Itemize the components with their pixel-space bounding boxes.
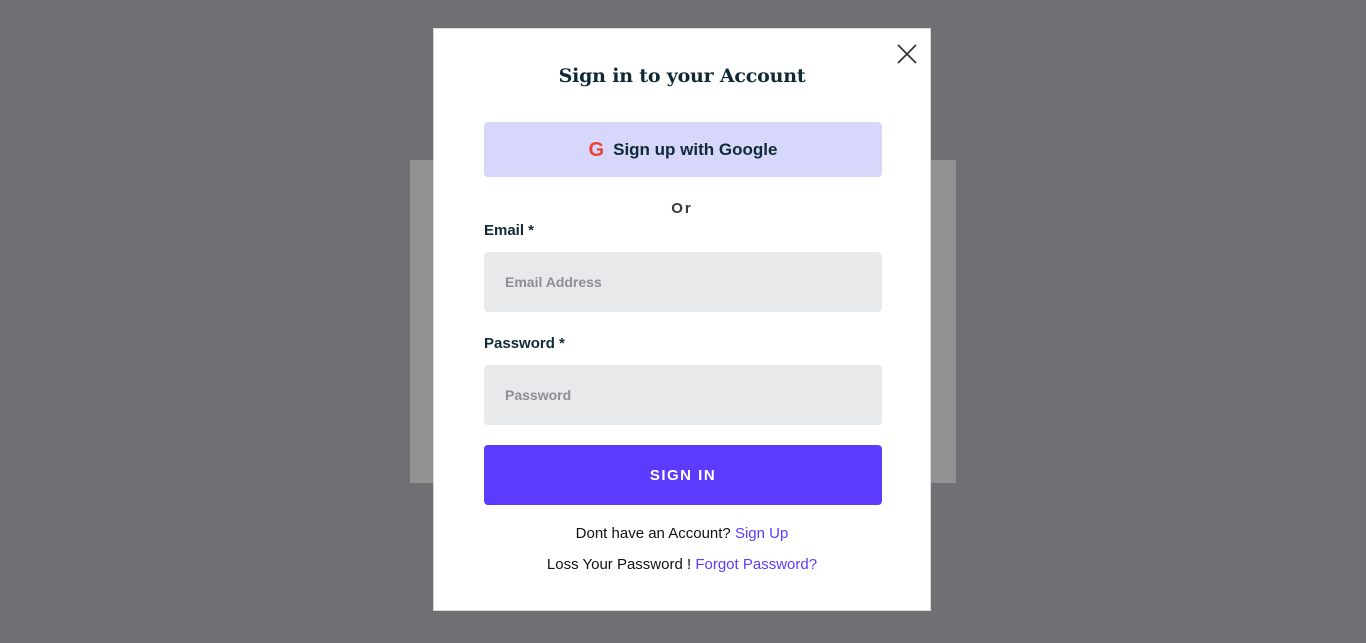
signin-modal: Sign in to your Account G Sign up with G… <box>433 28 931 611</box>
email-label: Email * <box>484 222 535 239</box>
or-divider: Or <box>671 200 693 217</box>
email-input[interactable] <box>484 252 882 312</box>
password-label: Password * <box>484 335 565 352</box>
forgot-password-link[interactable]: Forgot Password? <box>695 556 817 573</box>
google-icon: G <box>588 138 605 161</box>
password-input[interactable] <box>484 365 882 425</box>
modal-title: Sign in to your Account <box>558 65 806 87</box>
signup-prompt-line: Dont have an Account? Sign Up <box>434 525 930 542</box>
google-signup-label: Sign up with Google <box>613 139 778 159</box>
google-signup-button[interactable]: G Sign up with Google <box>484 122 882 177</box>
forgot-prompt-text: Loss Your Password ! <box>546 556 692 573</box>
signup-prompt-text: Dont have an Account? <box>575 525 731 542</box>
signup-link[interactable]: Sign Up <box>735 525 788 542</box>
signin-button[interactable]: SIGN IN <box>484 445 882 505</box>
forgot-password-line: Loss Your Password ! Forgot Password? <box>434 556 930 573</box>
close-button[interactable] <box>894 41 920 67</box>
close-icon <box>894 41 920 67</box>
